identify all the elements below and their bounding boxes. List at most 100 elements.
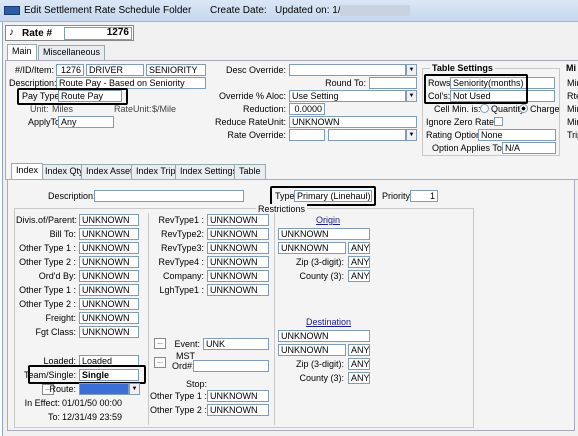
to-label: To: (47, 412, 60, 422)
left-row-label: Other Type 1 : (19, 243, 76, 253)
tab-miscellaneous[interactable]: Miscellaneous (38, 45, 106, 60)
restrictions-label: Restrictions (256, 204, 308, 214)
mid-row-label: RevType1 : (158, 215, 204, 225)
left-row-label: Other Type 2 : (19, 299, 76, 309)
priority-field[interactable]: 1 (410, 190, 438, 202)
left-row-field[interactable]: UNKNOWN (79, 228, 139, 240)
destination-field-2[interactable]: UNKNOWN (278, 344, 346, 356)
in-effect-value[interactable]: 01/01/50 00:00 (62, 398, 122, 408)
origin-county-label: County (3): (299, 271, 344, 281)
redacted-date (340, 5, 410, 16)
destination-title: Destination (306, 317, 352, 327)
charge-radio[interactable] (519, 104, 528, 113)
left-row-field[interactable]: UNKNOWN (79, 242, 139, 254)
apply-to-field[interactable]: Any (58, 116, 114, 128)
ord-label: Ord#: (172, 361, 195, 371)
reduction-field[interactable]: 0.0000 (289, 103, 325, 115)
tab-index-asset[interactable]: Index Asset (81, 164, 138, 179)
option-applies-field[interactable]: N/A (502, 142, 556, 154)
left-row-field[interactable]: UNKNOWN (79, 326, 139, 338)
type-highlight (270, 186, 376, 206)
origin-title: Origin (316, 215, 341, 225)
stop-label: Stop: (186, 379, 208, 389)
table-settings-title: Table Settings (430, 63, 495, 73)
event-lookup-button[interactable]: ... (154, 338, 166, 349)
tab-main[interactable]: Main (7, 44, 37, 60)
origin-county-field[interactable]: ANY (348, 270, 370, 282)
destination-zip-label: Zip (3-digit): (295, 359, 344, 369)
note-icon: ♪ (9, 27, 14, 38)
stop-other-type-1-field[interactable]: UNKNOWN (207, 390, 269, 402)
mid-row-label: Company: (162, 271, 204, 281)
left-row-field[interactable]: UNKNOWN (79, 256, 139, 268)
tab-index[interactable]: Index (11, 163, 44, 179)
override-aloc-field[interactable]: Use Setting (289, 90, 406, 102)
chevron-down-icon[interactable]: ▼ (129, 383, 140, 395)
option-applies-label: Option Applies To: (432, 143, 505, 153)
tab-index-settings[interactable]: Index Settings (175, 164, 243, 179)
tab-index-trip[interactable]: Index Trip (131, 164, 181, 179)
origin-zip-field[interactable]: ANY (348, 256, 370, 268)
destination-county-field[interactable]: ANY (348, 372, 370, 384)
ignore-zero-checkbox[interactable] (494, 117, 503, 126)
mid-row-field[interactable]: UNKNOWN (207, 228, 269, 240)
origin-field-2[interactable]: UNKNOWN (278, 242, 346, 254)
index-description-field[interactable] (94, 190, 244, 202)
destination-field-1[interactable]: UNKNOWN (278, 330, 370, 342)
ord-lookup-button[interactable]: ... (154, 357, 166, 368)
cut-label-4: Min (567, 117, 578, 127)
mid-row-field[interactable]: UNKNOWN (207, 214, 269, 226)
main-panel: #/ID/Item: 1276 DRIVER SENIORITY Descrip… (5, 60, 578, 180)
cut-label-5: Trip (567, 130, 578, 140)
app-icon (4, 6, 20, 15)
rate-number-field[interactable]: 1276 (64, 27, 132, 40)
stop-other-type-2-field[interactable]: UNKNOWN (207, 404, 269, 416)
quantity-radio[interactable] (480, 104, 489, 113)
rate-unit-label: RateUnit: (114, 104, 152, 114)
origin-any-field[interactable]: ANY (348, 242, 370, 254)
priority-label: Priority: (382, 191, 413, 201)
left-row-field[interactable]: UNKNOWN (79, 270, 139, 282)
left-row-field[interactable]: UNKNOWN (79, 214, 139, 226)
left-row-label: Divis.of/Parent: (16, 215, 78, 225)
tab-table[interactable]: Table (234, 164, 266, 179)
left-row-label: Fgt Class: (35, 327, 76, 337)
left-row-field[interactable]: UNKNOWN (79, 312, 139, 324)
override-aloc-label: Override % Aloc: (218, 91, 286, 101)
chevron-down-icon[interactable]: ▼ (406, 129, 417, 141)
event-field[interactable]: UNK (203, 338, 269, 350)
left-row-field[interactable]: UNKNOWN (79, 298, 139, 310)
reduce-rate-unit-label: Reduce RateUnit: (214, 117, 286, 127)
description-label: Description: (9, 78, 57, 88)
left-row-label: Freight: (45, 313, 76, 323)
destination-any-field[interactable]: ANY (348, 344, 370, 356)
chevron-down-icon[interactable]: ▼ (406, 90, 417, 102)
rate-override-field[interactable] (289, 129, 325, 141)
desc-override-field[interactable] (289, 64, 406, 76)
unit-value: Miles (52, 104, 74, 114)
round-to-field[interactable] (369, 77, 417, 89)
rate-override-select[interactable] (328, 129, 406, 141)
cut-label-3: Min (567, 104, 578, 114)
reduce-rate-unit-field[interactable]: UNKNOWN (289, 116, 417, 128)
rating-option-field[interactable]: None (478, 129, 556, 141)
mid-row-field[interactable]: UNKNOWN (207, 256, 269, 268)
round-to-label: Round To: (325, 78, 366, 88)
origin-field-1[interactable]: UNKNOWN (278, 228, 370, 240)
cut-group-title: Mi (566, 63, 576, 73)
pay-type-highlight (17, 88, 128, 105)
left-row-field[interactable]: UNKNOWN (79, 284, 139, 296)
mid-row-label: RevType4 : (158, 257, 204, 267)
destination-zip-field[interactable]: ANY (348, 358, 370, 370)
ord-field[interactable] (193, 360, 269, 372)
origin-zip-label: Zip (3-digit): (295, 257, 344, 267)
chevron-down-icon[interactable]: ▼ (406, 64, 417, 76)
id-item-field[interactable]: SENIORITY (146, 64, 206, 76)
mid-row-field[interactable]: UNKNOWN (207, 284, 269, 296)
route-field[interactable] (79, 383, 129, 395)
id-code-field[interactable]: DRIVER (86, 64, 144, 76)
id-number-field[interactable]: 1276 (56, 64, 84, 76)
mid-row-field[interactable]: UNKNOWN (207, 270, 269, 282)
mid-row-field[interactable]: UNKNOWN (207, 242, 269, 254)
to-value[interactable]: 12/31/49 23:59 (62, 412, 122, 422)
